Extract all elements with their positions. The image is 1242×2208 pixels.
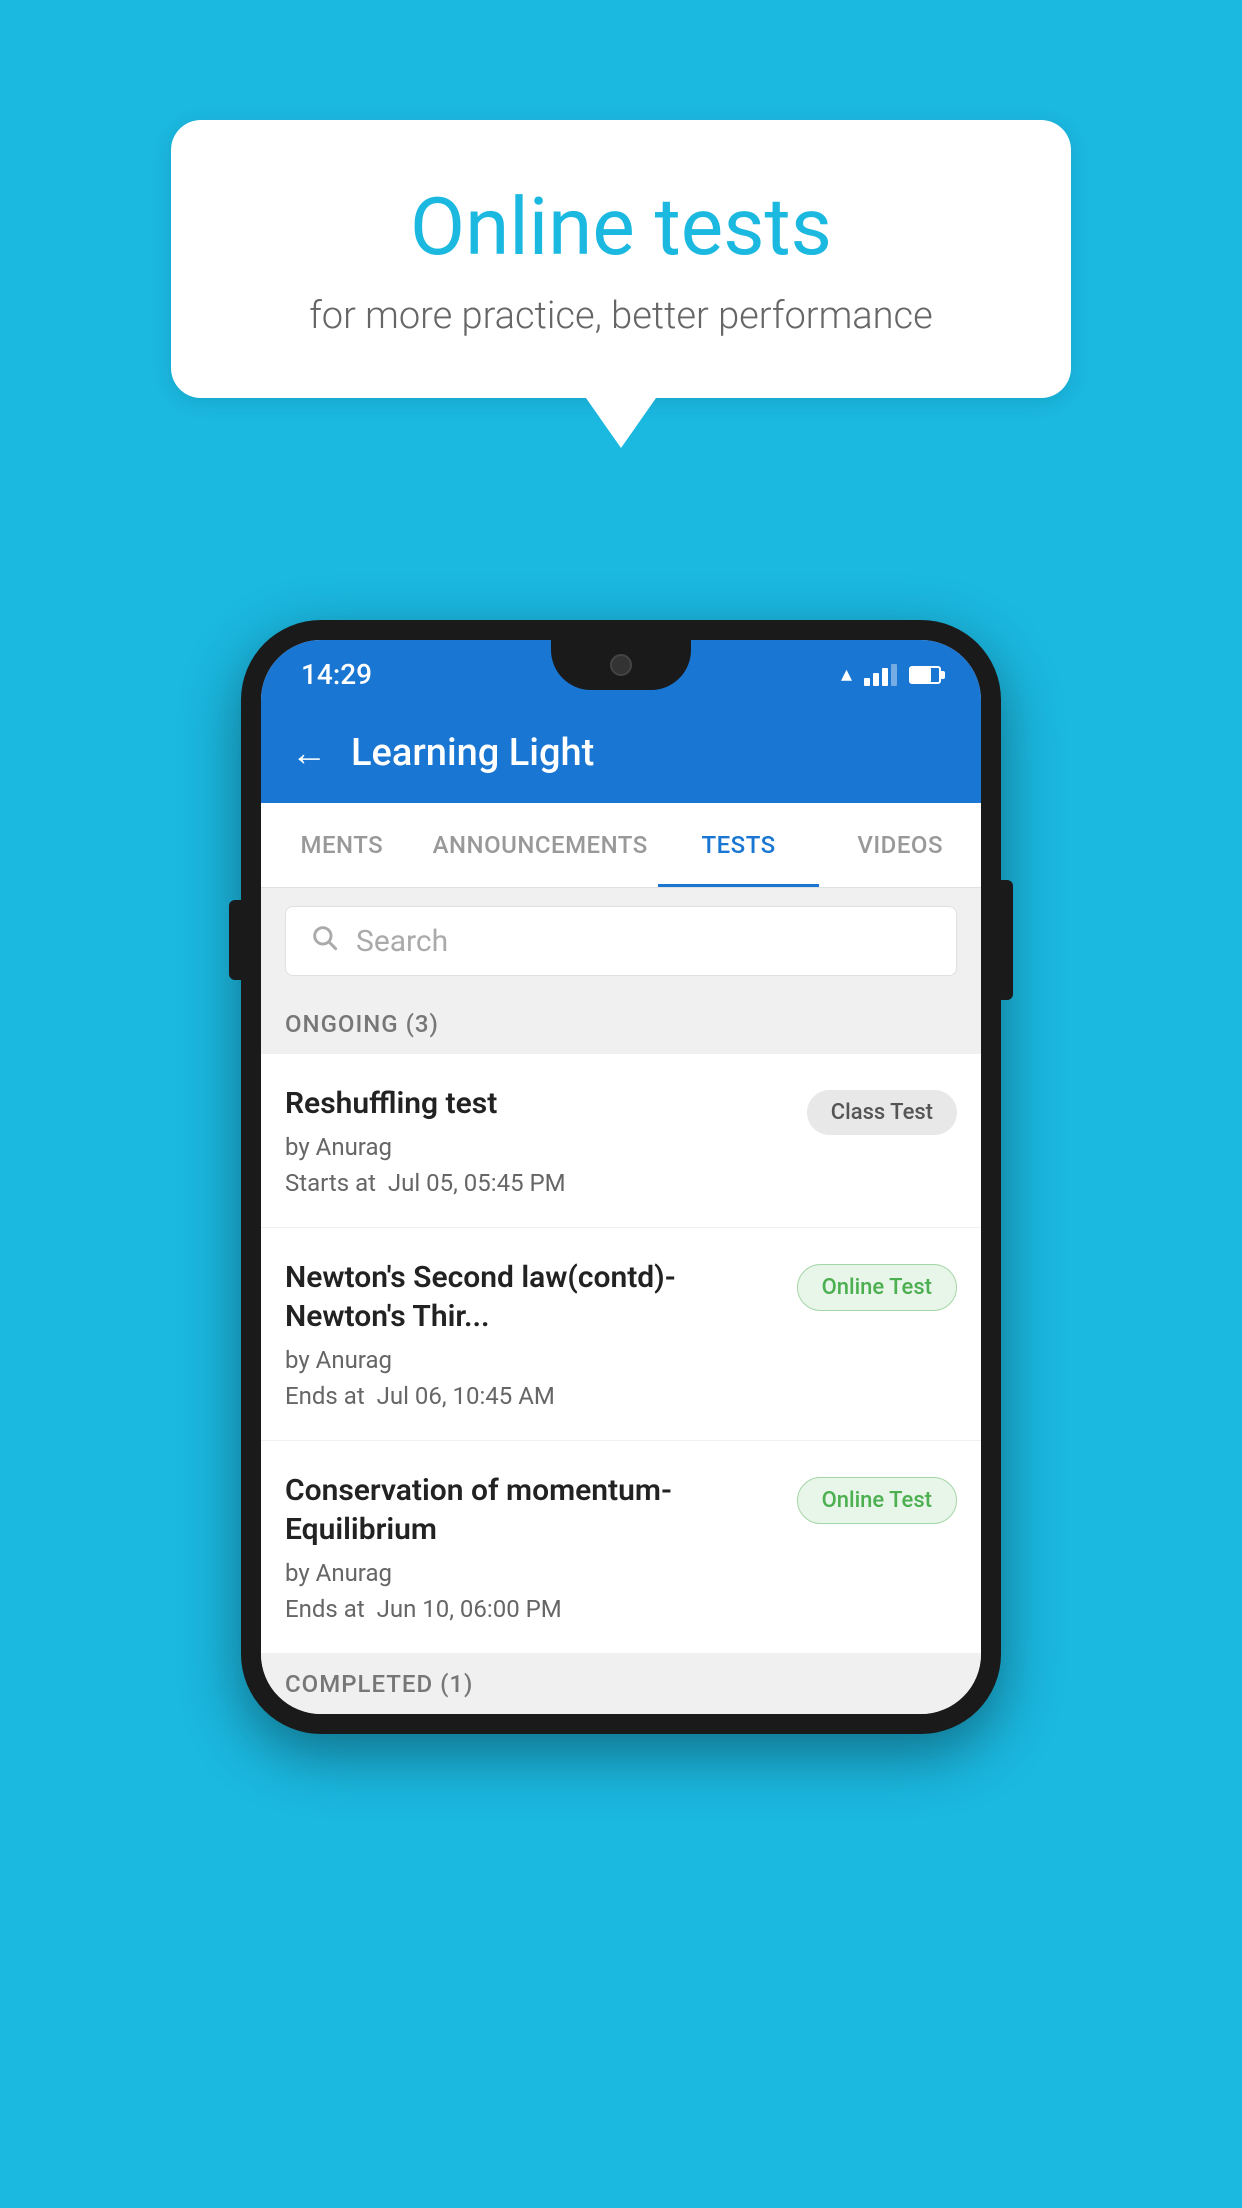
search-icon <box>310 923 338 959</box>
test-info: Reshuffling test by Anurag Starts at Jul… <box>285 1084 807 1197</box>
tab-videos[interactable]: VIDEOS <box>819 803 981 887</box>
test-name: Newton's Second law(contd)-Newton's Thir… <box>285 1258 777 1336</box>
status-time: 14:29 <box>301 658 372 691</box>
tab-tests[interactable]: TESTS <box>658 803 820 887</box>
test-time: Starts at Jul 05, 05:45 PM <box>285 1169 787 1197</box>
test-list: Reshuffling test by Anurag Starts at Jul… <box>261 1054 981 1654</box>
battery-icon <box>909 666 941 684</box>
app-title: Learning Light <box>351 731 594 775</box>
test-item[interactable]: Conservation of momentum-Equilibrium by … <box>261 1441 981 1654</box>
test-item[interactable]: Newton's Second law(contd)-Newton's Thir… <box>261 1228 981 1441</box>
test-badge: Class Test <box>807 1090 957 1135</box>
test-author: by Anurag <box>285 1559 777 1587</box>
test-name: Conservation of momentum-Equilibrium <box>285 1471 777 1549</box>
test-time: Ends at Jul 06, 10:45 AM <box>285 1382 777 1410</box>
completed-section-header: COMPLETED (1) <box>261 1654 981 1714</box>
phone-frame: 14:29 ▴ <box>241 620 1001 1734</box>
bubble-subtitle: for more practice, better performance <box>251 294 991 338</box>
phone-wrapper: 14:29 ▴ <box>241 620 1001 1734</box>
test-info: Newton's Second law(contd)-Newton's Thir… <box>285 1258 797 1410</box>
status-icons: ▴ <box>841 662 941 687</box>
phone-screen: 14:29 ▴ <box>261 640 981 1714</box>
search-placeholder-text: Search <box>356 924 448 959</box>
test-author: by Anurag <box>285 1346 777 1374</box>
speech-bubble: Online tests for more practice, better p… <box>171 120 1071 398</box>
test-name: Reshuffling test <box>285 1084 787 1123</box>
tabs-bar: MENTS ANNOUNCEMENTS TESTS VIDEOS <box>261 803 981 888</box>
app-header: ← Learning Light <box>261 703 981 803</box>
notch <box>551 640 691 690</box>
ongoing-section-header: ONGOING (3) <box>261 994 981 1054</box>
speech-bubble-container: Online tests for more practice, better p… <box>171 120 1071 398</box>
search-bar[interactable]: Search <box>285 906 957 976</box>
wifi-icon: ▴ <box>841 662 852 687</box>
camera <box>610 654 632 676</box>
bubble-title: Online tests <box>251 180 991 274</box>
search-container: Search <box>261 888 981 994</box>
test-item[interactable]: Reshuffling test by Anurag Starts at Jul… <box>261 1054 981 1228</box>
test-author: by Anurag <box>285 1133 787 1161</box>
status-bar: 14:29 ▴ <box>261 640 981 703</box>
signal-icon <box>864 664 897 686</box>
test-info: Conservation of momentum-Equilibrium by … <box>285 1471 797 1623</box>
test-time: Ends at Jun 10, 06:00 PM <box>285 1595 777 1623</box>
back-button[interactable]: ← <box>291 732 327 774</box>
tab-ments[interactable]: MENTS <box>261 803 423 887</box>
tab-announcements[interactable]: ANNOUNCEMENTS <box>423 803 658 887</box>
test-badge: Online Test <box>797 1264 957 1311</box>
test-badge: Online Test <box>797 1477 957 1524</box>
